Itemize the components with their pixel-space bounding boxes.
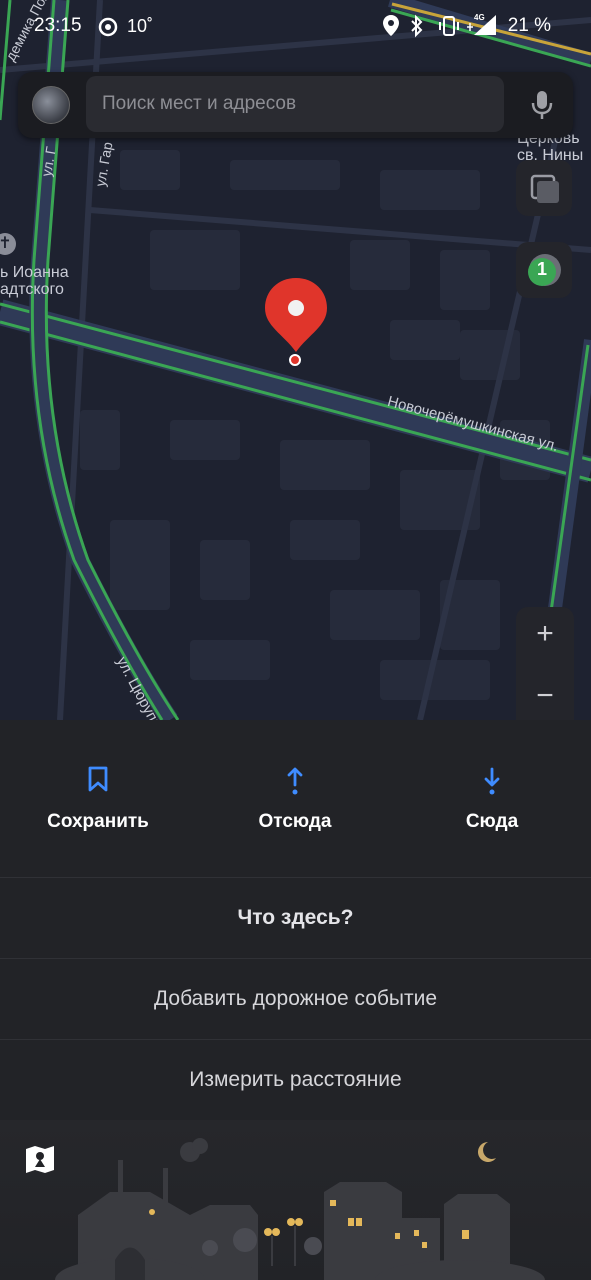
arrow-down-icon — [484, 767, 500, 795]
traffic-level-badge: 1 — [536, 259, 547, 279]
add-road-event-item[interactable]: Добавить дорожное событие — [0, 958, 591, 1039]
map-layers-button[interactable] — [516, 160, 572, 216]
context-menu-sheet: Сохранить Отсюда Сюда Что здесь? Добавит… — [0, 720, 591, 1280]
zoom-in-button[interactable]: + — [516, 617, 574, 651]
status-bar: 23:15 10˚ 4G 21 % — [0, 0, 591, 52]
search-field[interactable] — [86, 76, 504, 132]
vibrate-icon — [439, 16, 459, 36]
battery-level: 21 % — [507, 15, 551, 36]
layers-icon — [530, 174, 559, 203]
search-bar — [18, 72, 573, 138]
route-from-button[interactable]: Отсюда — [215, 766, 375, 833]
arrow-up-icon — [287, 767, 303, 795]
measure-distance-item[interactable]: Измерить расстояние — [0, 1039, 591, 1121]
poi-label-church-ioann: ь Иоанна адтского — [0, 264, 69, 298]
alarm-icon — [98, 17, 118, 37]
zoom-out-button[interactable]: − — [516, 679, 574, 713]
route-to-label: Сюда — [465, 811, 519, 832]
signal-icon — [467, 15, 496, 35]
avatar[interactable] — [32, 86, 70, 124]
status-time: 23:15 — [34, 15, 82, 36]
location-pin-icon — [265, 278, 327, 366]
save-button[interactable]: Сохранить — [18, 766, 178, 833]
bookmark-icon — [88, 766, 108, 792]
city-skyline — [55, 1138, 545, 1280]
route-from-label: Отсюда — [258, 811, 332, 832]
traffic-button[interactable]: 1 — [516, 242, 572, 298]
status-temperature: 10˚ — [127, 16, 154, 36]
quick-actions: Сохранить Отсюда Сюда — [0, 720, 591, 877]
search-input[interactable] — [86, 76, 504, 132]
location-status-icon — [383, 15, 399, 36]
bluetooth-icon — [411, 14, 423, 38]
microphone-icon[interactable] — [531, 90, 553, 120]
zoom-controls: + − — [516, 607, 574, 720]
save-label: Сохранить — [47, 811, 149, 832]
whats-here-item[interactable]: Что здесь? — [0, 877, 591, 958]
route-to-button[interactable]: Сюда — [412, 766, 572, 833]
night-city-illustration — [0, 1120, 591, 1280]
